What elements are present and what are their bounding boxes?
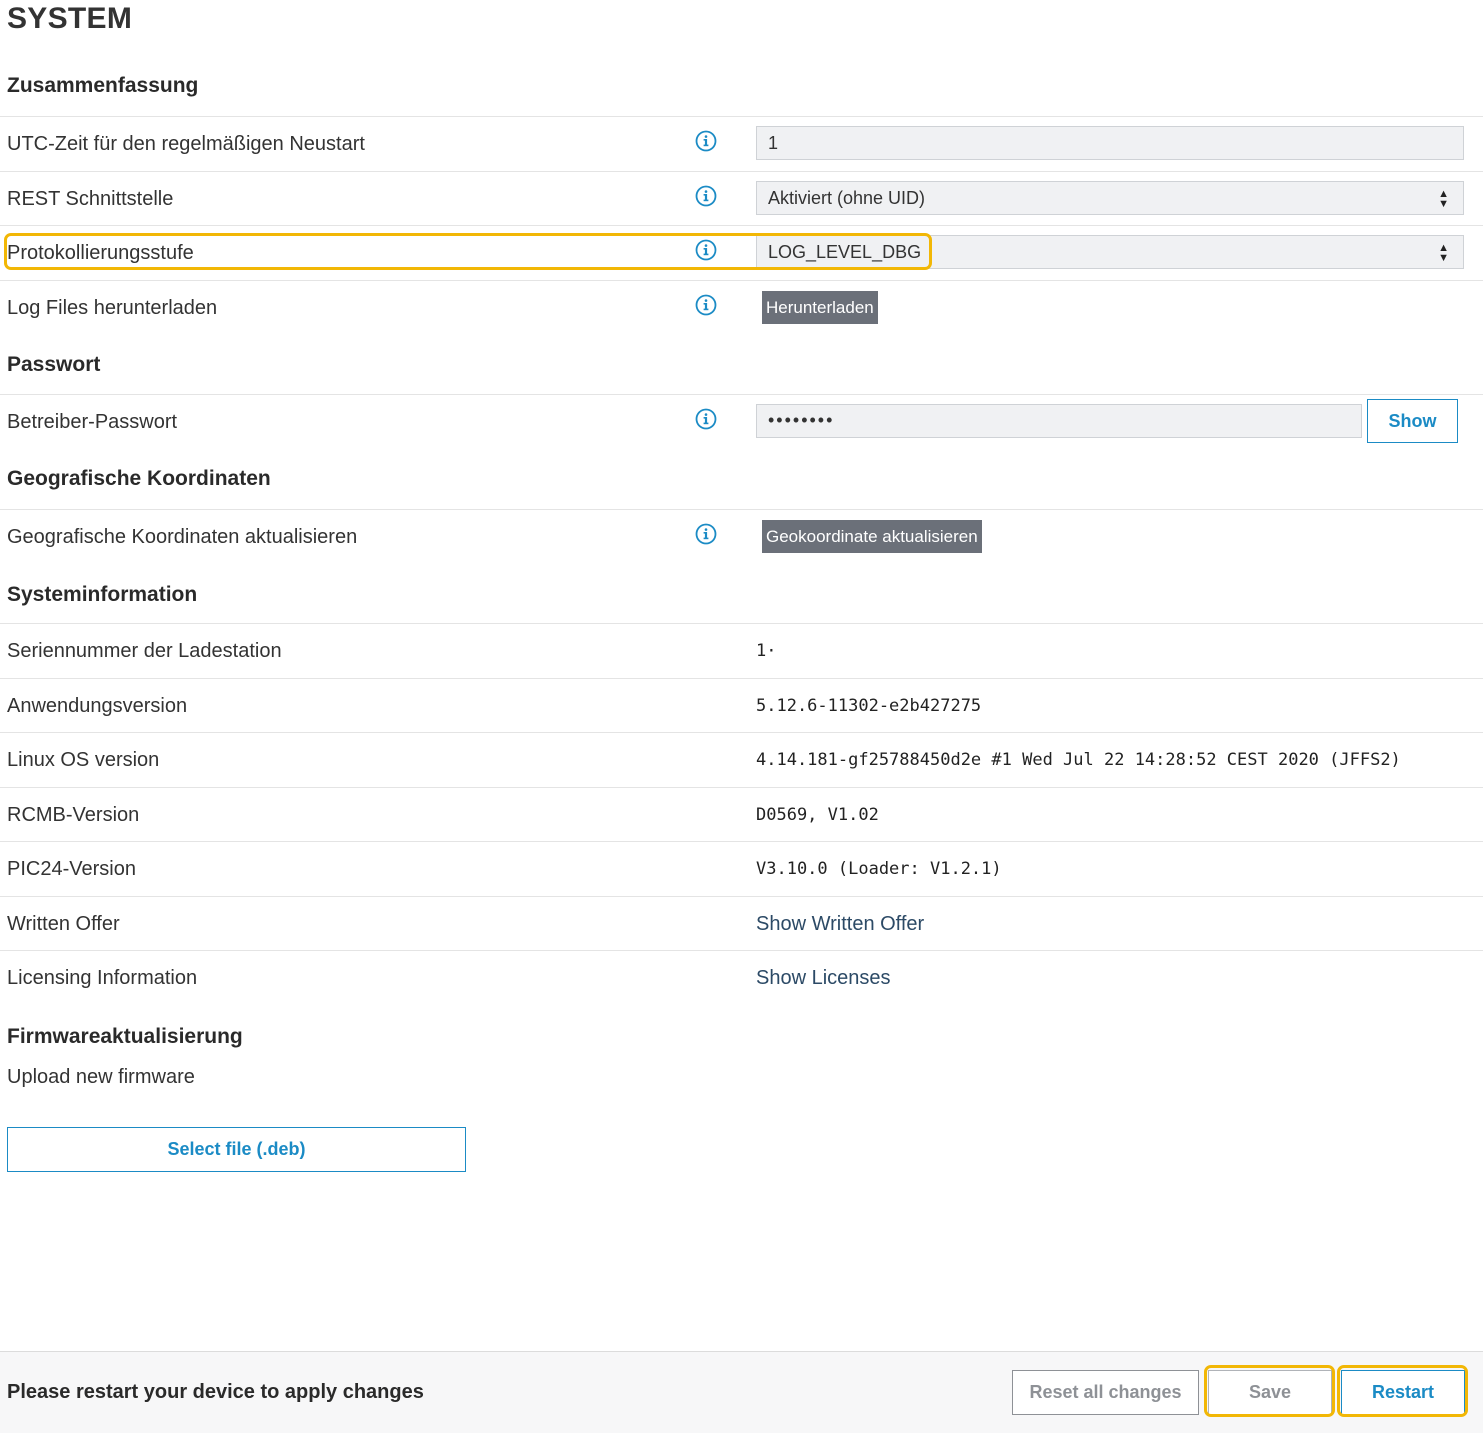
log-files-label: Log Files herunterladen xyxy=(7,297,218,319)
row-serial-number: Seriennummer der Ladestation 1· xyxy=(0,623,1483,678)
info-icon[interactable] xyxy=(695,185,717,207)
save-button[interactable]: Save xyxy=(1208,1370,1332,1415)
page-title: SYSTEM xyxy=(7,2,133,35)
rcmb-version-label: RCMB-Version xyxy=(7,804,140,826)
section-title-sysinfo: Systeminformation xyxy=(7,583,198,606)
linux-version-label: Linux OS version xyxy=(7,749,160,771)
row-log-level: Protokollierungsstufe LOG_LEVEL_DBG ▲ ▼ xyxy=(0,225,1483,280)
row-written-offer: Written Offer Show Written Offer xyxy=(0,896,1483,951)
row-rcmb-version: RCMB-Version D0569, V1.02 xyxy=(0,787,1483,842)
section-title-firmware: Firmwareaktualisierung xyxy=(7,1025,243,1048)
row-geo-update: Geografische Koordinaten aktualisieren G… xyxy=(0,509,1483,564)
app-version-value: 5.12.6-11302-e2b427275 xyxy=(756,696,982,716)
linux-version-value: 4.14.181-gf25788450d2e #1 Wed Jul 22 14:… xyxy=(756,750,1401,770)
download-logs-button[interactable]: Herunterladen xyxy=(762,291,878,324)
row-log-files: Log Files herunterladen Herunterladen xyxy=(0,280,1483,335)
section-title-summary: Zusammenfassung xyxy=(7,74,199,97)
info-icon[interactable] xyxy=(695,239,717,261)
utc-restart-input[interactable]: 1 xyxy=(756,126,1464,160)
rcmb-version-value: D0569, V1.02 xyxy=(756,805,879,825)
row-utc-restart: UTC-Zeit für den regelmäßigen Neustart 1 xyxy=(0,116,1483,171)
rest-interface-select[interactable]: Aktiviert (ohne UID) ▲ ▼ xyxy=(756,181,1464,215)
show-licenses-link[interactable]: Show Licenses xyxy=(756,951,891,1005)
row-rest-interface: REST Schnittstelle Aktiviert (ohne UID) … xyxy=(0,171,1483,226)
footer-bar: Please restart your device to apply chan… xyxy=(0,1351,1483,1433)
reset-all-changes-button[interactable]: Reset all changes xyxy=(1012,1370,1199,1415)
geo-update-label: Geografische Koordinaten aktualisieren xyxy=(7,526,358,548)
restart-button[interactable]: Restart xyxy=(1341,1370,1465,1415)
info-icon[interactable] xyxy=(695,130,717,152)
pic24-version-label: PIC24-Version xyxy=(7,858,136,880)
select-file-button[interactable]: Select file (.deb) xyxy=(7,1127,466,1172)
show-password-button[interactable]: Show xyxy=(1367,399,1458,443)
row-pic24-version: PIC24-Version V3.10.0 (Loader: V1.2.1) xyxy=(0,841,1483,896)
section-title-password: Passwort xyxy=(7,353,101,376)
row-operator-password: Betreiber-Passwort •••••••• Show xyxy=(0,394,1483,449)
show-written-offer-link[interactable]: Show Written Offer xyxy=(756,897,924,951)
serial-number-value: 1· xyxy=(756,641,777,661)
log-level-label: Protokollierungsstufe xyxy=(7,242,194,264)
log-level-select[interactable]: LOG_LEVEL_DBG ▲ ▼ xyxy=(756,235,1464,269)
operator-password-label: Betreiber-Passwort xyxy=(7,411,178,433)
sort-arrows-icon: ▲ ▼ xyxy=(1438,187,1449,210)
serial-number-label: Seriennummer der Ladestation xyxy=(7,640,282,662)
log-level-value: LOG_LEVEL_DBG xyxy=(768,242,922,262)
info-icon[interactable] xyxy=(695,294,717,316)
pic24-version-value: V3.10.0 (Loader: V1.2.1) xyxy=(756,859,1002,879)
info-icon[interactable] xyxy=(695,408,717,430)
section-title-geo: Geografische Koordinaten xyxy=(7,467,271,490)
update-geo-button[interactable]: Geokoordinate aktualisieren xyxy=(762,520,982,553)
app-version-label: Anwendungsversion xyxy=(7,695,188,717)
row-linux-version: Linux OS version 4.14.181-gf25788450d2e … xyxy=(0,732,1483,787)
sort-arrows-icon: ▲ ▼ xyxy=(1438,241,1449,264)
row-app-version: Anwendungsversion 5.12.6-11302-e2b427275 xyxy=(0,678,1483,733)
rest-interface-value: Aktiviert (ohne UID) xyxy=(768,188,926,208)
written-offer-label: Written Offer xyxy=(7,913,120,935)
rest-interface-label: REST Schnittstelle xyxy=(7,188,174,210)
licensing-label: Licensing Information xyxy=(7,967,198,989)
upload-firmware-label: Upload new firmware xyxy=(7,1066,195,1088)
restart-message: Please restart your device to apply chan… xyxy=(7,1381,424,1403)
info-icon[interactable] xyxy=(695,523,717,545)
system-settings-page: SYSTEM Zusammenfassung UTC-Zeit für den … xyxy=(0,0,1483,1433)
utc-restart-label: UTC-Zeit für den regelmäßigen Neustart xyxy=(7,133,365,155)
password-field[interactable]: •••••••• xyxy=(756,404,1362,438)
row-licensing: Licensing Information Show Licenses xyxy=(0,950,1483,1005)
